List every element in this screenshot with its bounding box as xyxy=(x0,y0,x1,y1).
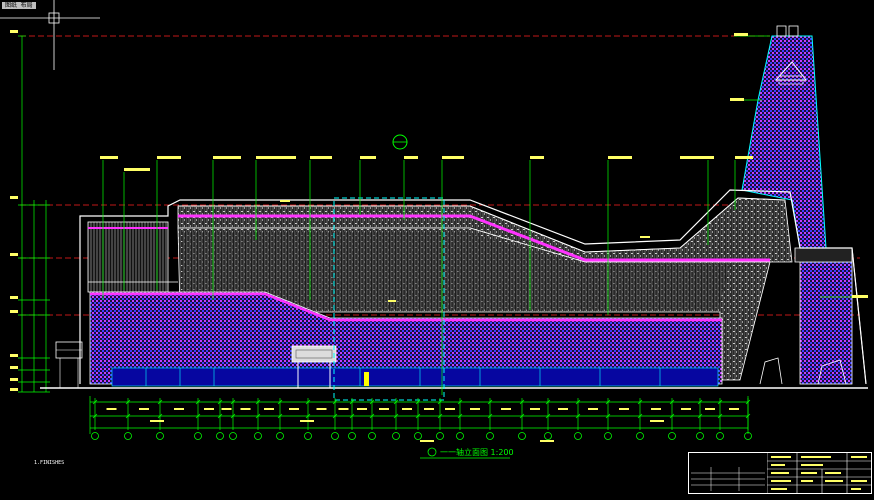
overall-dimension-mark xyxy=(650,420,664,422)
axis-bubble xyxy=(604,432,612,440)
dimension-text-mark xyxy=(651,408,661,410)
axis-bubble xyxy=(91,432,99,440)
dimension-text-mark xyxy=(681,408,691,410)
building-elevation xyxy=(55,25,867,388)
axis-bubble xyxy=(304,432,312,440)
elevation-drawing xyxy=(0,0,868,459)
axis-bubble xyxy=(124,432,132,440)
axis-bubble xyxy=(716,432,724,440)
axis-bubble xyxy=(696,432,704,440)
title-block-grid xyxy=(767,453,872,493)
dimension-text-mark xyxy=(316,408,327,410)
ground-floor-glazing xyxy=(111,367,719,387)
overall-dimension-mark xyxy=(150,420,164,422)
overall-dimension-mark xyxy=(420,440,434,442)
dimension-text-mark xyxy=(240,408,251,410)
overall-dimension-mark xyxy=(540,440,554,442)
dimension-text-mark xyxy=(174,408,184,410)
axis-bubble xyxy=(668,432,676,440)
dimension-text-mark xyxy=(139,408,149,410)
tower-crown-left xyxy=(776,25,787,37)
overall-dimension-mark xyxy=(300,420,314,422)
title-block-left-rows xyxy=(691,467,765,491)
axis-bubble xyxy=(229,432,237,440)
entrance-canopy xyxy=(291,345,337,363)
layout-tab-label[interactable]: 图纸 布局 xyxy=(2,2,36,9)
dimension-text-mark xyxy=(424,408,434,410)
dimension-text-mark xyxy=(379,408,389,410)
axis-bubble xyxy=(254,432,262,440)
dimension-text-mark xyxy=(530,408,540,410)
tower-crown-right xyxy=(788,25,799,37)
axis-bubble xyxy=(518,432,526,440)
axis-bubble xyxy=(414,432,422,440)
dimension-text-mark xyxy=(357,408,367,410)
title-block xyxy=(688,452,872,494)
dimension-text-mark xyxy=(402,408,412,410)
axis-bubble xyxy=(194,432,202,440)
drawing-note: 1.FINISHES xyxy=(34,460,65,466)
dimension-text-mark xyxy=(106,408,117,410)
dimension-text-mark xyxy=(588,408,598,410)
right-annex-roof xyxy=(794,247,853,263)
left-upper-block xyxy=(87,221,169,293)
tower-base-arch-left xyxy=(759,357,783,385)
axis-grid-bubbles xyxy=(91,432,752,440)
dimension-text-mark xyxy=(445,408,455,410)
left-level-marks xyxy=(10,30,18,391)
cad-drawing-canvas[interactable]: 图纸 布局 一一轴立面图 1:200 1.FINISHES xyxy=(0,0,874,496)
dimension-text-mark xyxy=(501,408,511,410)
dimension-text-mark xyxy=(705,408,715,410)
axis-bubble xyxy=(156,432,164,440)
dimension-text-mark xyxy=(204,408,214,410)
drawing-title-text: 一一轴立面图 xyxy=(440,448,488,457)
dimension-text-mark xyxy=(729,408,739,410)
left-dimension-chain xyxy=(18,35,50,393)
axis-bubble xyxy=(436,432,444,440)
dimension-text-mark xyxy=(558,408,568,410)
drawing-scale: 1:200 xyxy=(490,448,514,457)
bottom-dimension-ticks xyxy=(92,398,751,430)
axis-bubble xyxy=(544,432,552,440)
axis-bubble xyxy=(574,432,582,440)
axis-bubble xyxy=(392,432,400,440)
dimension-text-mark xyxy=(338,408,349,410)
axis-bubble xyxy=(456,432,464,440)
axis-bubble xyxy=(331,432,339,440)
entrance-yellow-panel xyxy=(364,372,369,386)
axis-bubble xyxy=(276,432,284,440)
axis-bubble xyxy=(636,432,644,440)
axis-bubble xyxy=(348,432,356,440)
cad-crosshair-cursor xyxy=(0,0,100,70)
dimension-text-mark xyxy=(470,408,480,410)
axis-bubble xyxy=(216,432,224,440)
dimension-text-mark xyxy=(221,408,232,410)
axis-bubble xyxy=(368,432,376,440)
right-annex xyxy=(799,261,853,385)
axis-bubble xyxy=(486,432,494,440)
dimension-text-mark xyxy=(289,408,299,410)
dimension-text-mark xyxy=(619,408,629,410)
dimension-text-mark xyxy=(264,408,274,410)
drawing-title: 一一轴立面图 1:200 xyxy=(440,447,514,458)
